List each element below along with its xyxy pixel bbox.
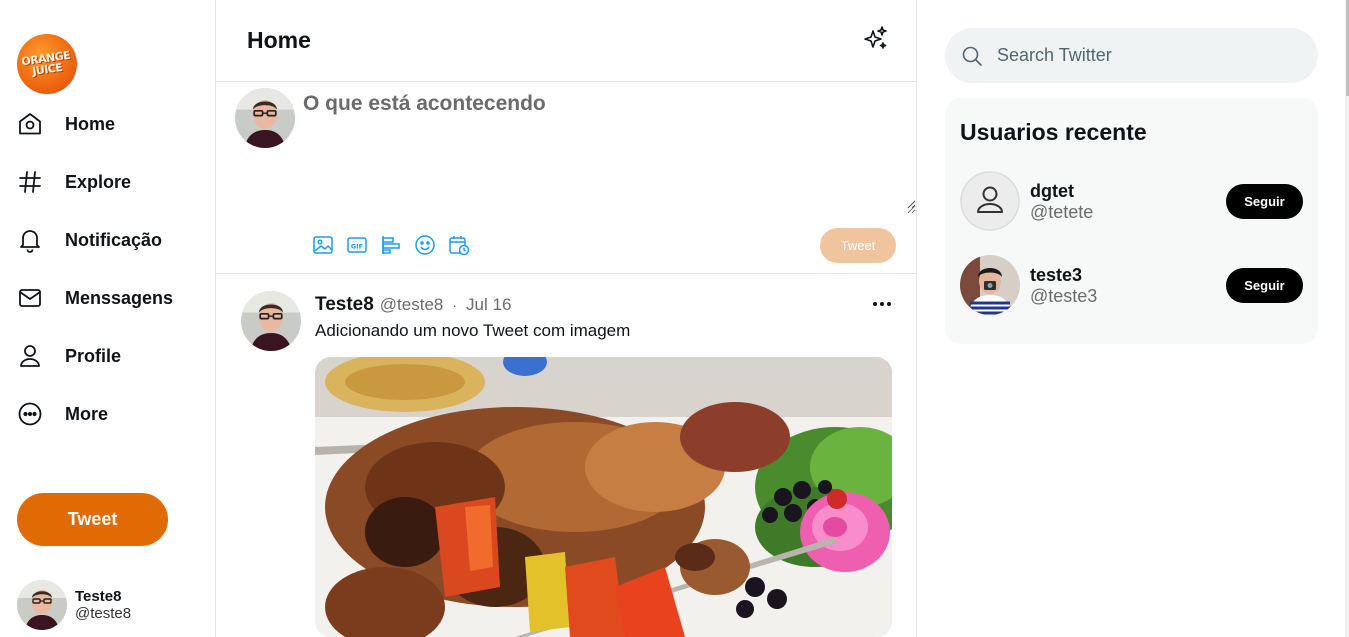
avatar[interactable] bbox=[960, 171, 1020, 231]
follow-button[interactable]: Seguir bbox=[1226, 184, 1303, 219]
left-sidebar: ORANGE JUICE Home Explore Notificação Me… bbox=[0, 0, 216, 637]
avatar bbox=[17, 580, 67, 630]
schedule-icon[interactable] bbox=[448, 234, 470, 256]
sidebar-item-label: Notificação bbox=[65, 229, 163, 250]
sidebar-item-more[interactable]: More bbox=[17, 397, 108, 431]
user-handle: @tetete bbox=[1030, 202, 1094, 222]
search-icon bbox=[962, 46, 982, 66]
search-bar[interactable] bbox=[945, 28, 1318, 83]
recent-users-panel: Usuarios recente dgtet @tetete Seguir te… bbox=[945, 98, 1318, 344]
user-handle: @teste3 bbox=[1030, 286, 1098, 306]
tweet-card[interactable]: Teste8 @teste8 · Jul 16 Adicionando um n… bbox=[216, 274, 916, 637]
more-horizontal-icon[interactable] bbox=[871, 296, 893, 312]
sidebar-item-label: Home bbox=[65, 113, 116, 134]
sidebar-item-label: More bbox=[65, 403, 109, 424]
emoji-icon[interactable] bbox=[414, 234, 436, 256]
svg-text:GIF: GIF bbox=[351, 243, 363, 251]
list-item[interactable]: teste3 @teste3 Seguir bbox=[960, 255, 1303, 315]
compose-textarea[interactable] bbox=[303, 92, 916, 214]
sparkle-icon[interactable] bbox=[862, 25, 888, 51]
orange-juice-logo[interactable]: ORANGE JUICE bbox=[17, 34, 77, 94]
envelope-icon bbox=[19, 289, 41, 307]
list-item[interactable]: dgtet @tetete Seguir bbox=[960, 171, 1303, 231]
sidebar-item-label: Explore bbox=[65, 171, 132, 192]
page-title: Home bbox=[247, 27, 311, 53]
account-handle: @teste8 bbox=[75, 605, 132, 622]
account-switcher[interactable]: Teste8 @teste8 bbox=[17, 580, 131, 630]
follow-button[interactable]: Seguir bbox=[1226, 268, 1303, 303]
sidebar-tweet-button[interactable]: Tweet bbox=[17, 493, 168, 546]
user-name: teste3 bbox=[1030, 265, 1083, 285]
user-name: dgtet bbox=[1030, 181, 1074, 201]
tweet-header: Teste8 @teste8 · Jul 16 bbox=[315, 294, 511, 316]
avatar bbox=[235, 88, 295, 148]
recent-users-title: Usuarios recente bbox=[960, 119, 1147, 145]
avatar[interactable] bbox=[241, 291, 301, 351]
user-icon bbox=[20, 345, 40, 367]
more-circle-icon bbox=[18, 402, 42, 426]
bell-icon bbox=[20, 230, 40, 253]
image-icon[interactable] bbox=[312, 234, 334, 256]
home-icon bbox=[19, 113, 41, 135]
tweet-author-handle[interactable]: @teste8 bbox=[380, 295, 444, 315]
tweet-text: Adicionando um novo Tweet com imagem bbox=[315, 321, 631, 340]
sidebar-item-home[interactable]: Home bbox=[17, 107, 115, 141]
tweet-author-name[interactable]: Teste8 bbox=[315, 294, 374, 316]
avatar[interactable] bbox=[960, 255, 1020, 315]
tweet-image[interactable] bbox=[315, 357, 892, 637]
sidebar-item-messages[interactable]: Menssagens bbox=[17, 281, 173, 315]
sidebar-item-profile[interactable]: Profile bbox=[17, 339, 121, 373]
account-name: Teste8 bbox=[75, 588, 122, 605]
compose-tweet-button[interactable]: Tweet bbox=[820, 228, 896, 263]
sidebar-item-notifications[interactable]: Notificação bbox=[17, 223, 162, 257]
search-input[interactable] bbox=[997, 45, 1297, 66]
gif-icon[interactable]: GIF bbox=[346, 234, 368, 256]
timeline-header: Home bbox=[216, 0, 916, 82]
compose-toolbar: GIF bbox=[312, 234, 482, 256]
sidebar-item-label: Profile bbox=[65, 345, 122, 366]
sidebar-item-explore[interactable]: Explore bbox=[17, 165, 131, 199]
timeline-column: Home GIF bbox=[216, 0, 917, 637]
resize-grip-icon[interactable] bbox=[906, 199, 916, 209]
tweet-date[interactable]: Jul 16 bbox=[466, 295, 511, 315]
tweet-separator: · bbox=[452, 297, 458, 313]
sidebar-item-label: Menssagens bbox=[65, 287, 174, 308]
hashtag-icon bbox=[19, 171, 41, 193]
poll-icon[interactable] bbox=[380, 234, 402, 256]
